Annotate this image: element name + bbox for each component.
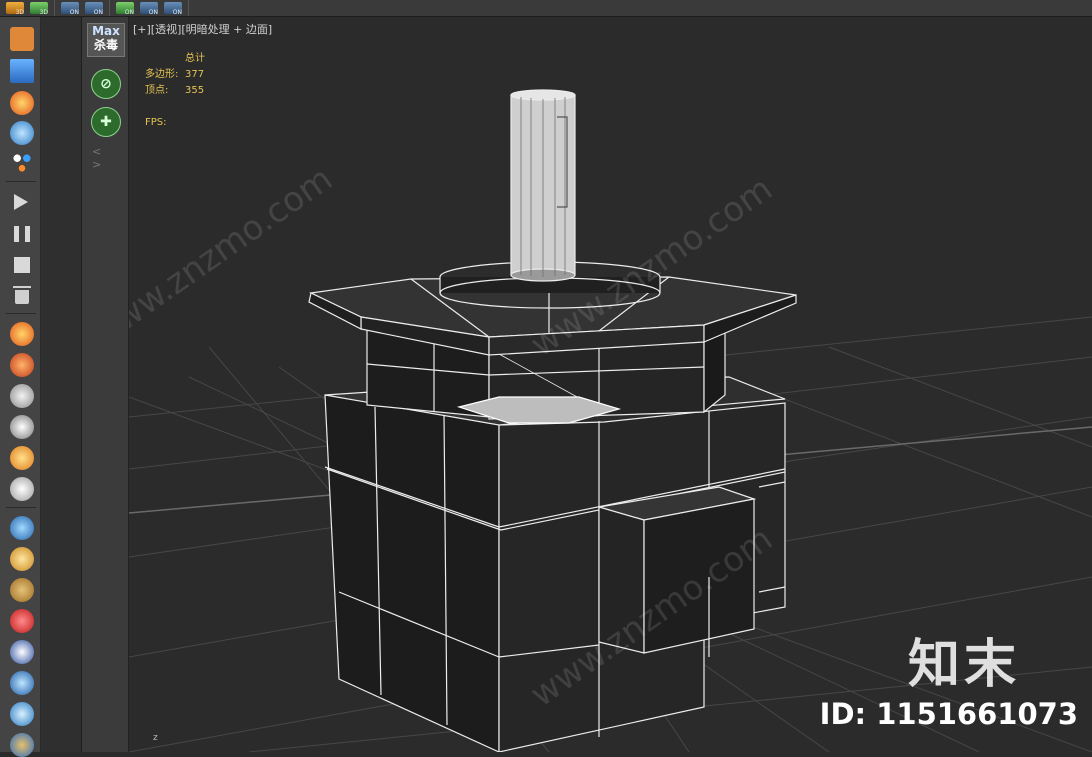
plugin-title: Max <box>92 24 120 38</box>
main-toolbar: 3D 3D ON ON ON ON ON <box>0 0 1092 17</box>
perspective-viewport[interactable]: [+][透视][明暗处理 + 边面] 总计 多边形: 377 顶点: 355 FPS… <box>129 17 1092 752</box>
green-3d-icon[interactable]: 3D <box>30 2 48 16</box>
divider <box>6 181 36 182</box>
plugin-panel: Max 杀毒 ⊘ ✚ < > <box>82 17 129 752</box>
explosion-icon[interactable] <box>10 353 34 377</box>
flame-icon[interactable] <box>10 446 34 470</box>
blue-layer-icon[interactable]: ON <box>140 2 158 16</box>
green-layer-icon[interactable]: ON <box>116 2 134 16</box>
stats-overlay: 总计 多边形: 377 顶点: 355 <box>145 51 205 99</box>
toolbar-group-3: ON ON ON <box>110 0 189 16</box>
swirl-icon[interactable] <box>10 671 34 695</box>
max-antivirus-button[interactable]: Max 杀毒 <box>87 23 125 57</box>
torch-icon[interactable] <box>10 27 34 51</box>
fire-icon[interactable] <box>10 91 34 115</box>
axis-gizmo: z <box>153 733 158 743</box>
left-tool-column <box>0 17 41 757</box>
wind-icon[interactable] <box>10 415 34 439</box>
divider <box>6 507 36 508</box>
polys-row: 多边形: 377 <box>145 69 205 80</box>
secondary-panel-strip <box>41 17 82 752</box>
stats-header: 总计 <box>185 53 205 64</box>
orange-3d-icon[interactable]: 3D <box>6 2 24 16</box>
trash-icon[interactable] <box>13 286 31 304</box>
water-grid-icon[interactable] <box>10 59 34 83</box>
cloth-icon[interactable] <box>10 640 34 664</box>
fire-effect-icon[interactable] <box>10 322 34 346</box>
sand-icon[interactable] <box>10 578 34 602</box>
toolbar-group-2: ON ON <box>55 0 110 16</box>
particles-icon[interactable] <box>10 151 34 175</box>
watermark-id: ID: 1151661073 <box>819 697 1078 731</box>
liquid-icon[interactable] <box>10 516 34 540</box>
divider <box>6 313 36 314</box>
plugin-subtitle: 杀毒 <box>93 38 118 52</box>
smoke-icon[interactable] <box>10 384 34 408</box>
pause-icon[interactable] <box>14 226 30 242</box>
bucket-icon[interactable] <box>10 547 34 571</box>
play-icon[interactable] <box>14 194 28 210</box>
viewport-label[interactable]: [+][透视][明暗处理 + 边面] <box>133 21 272 37</box>
shield-icon[interactable]: ✚ <box>91 107 121 137</box>
stop-icon[interactable] <box>14 257 30 273</box>
toolbar-group-1: 3D 3D <box>0 0 55 16</box>
clean-virus-icon[interactable]: ⊘ <box>91 69 121 99</box>
panel-arrows[interactable]: < > <box>92 145 128 171</box>
blue-layer2-icon[interactable]: ON <box>164 2 182 16</box>
watermark-logo: 知末 <box>907 635 1020 695</box>
model-mesh[interactable] <box>308 89 797 752</box>
fps-label: FPS: <box>145 117 167 128</box>
blue-undo-icon[interactable]: ON <box>61 2 79 16</box>
wave-icon[interactable] <box>10 733 34 757</box>
wave-icon[interactable] <box>10 702 34 726</box>
water-drop-icon[interactable] <box>10 121 34 145</box>
blue-redo-icon[interactable]: ON <box>85 2 103 16</box>
dust-icon[interactable] <box>10 477 34 501</box>
splash-icon[interactable] <box>10 609 34 633</box>
verts-row: 顶点: 355 <box>145 85 205 96</box>
